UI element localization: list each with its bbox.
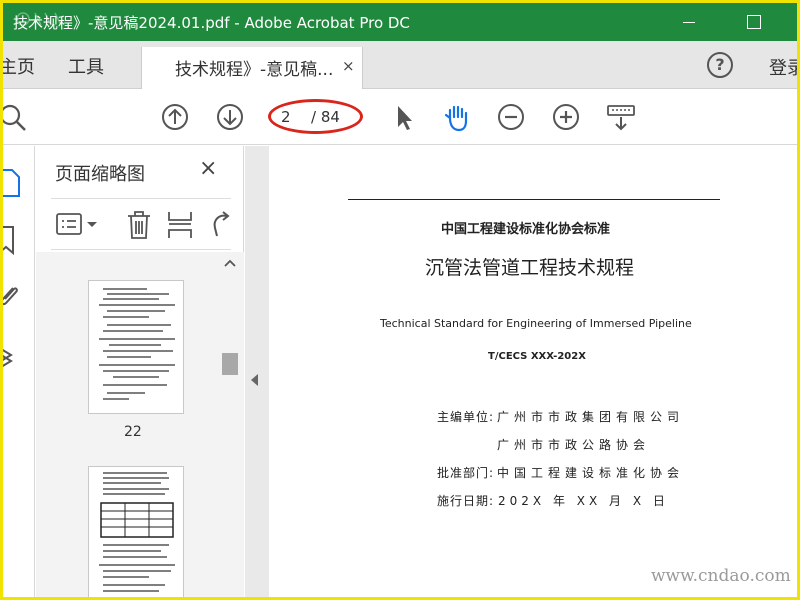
thumbnails-list: 22 (36, 252, 244, 597)
delete-icon[interactable] (126, 210, 152, 240)
editor-value: 广州市市政集团有限公司 (497, 410, 685, 424)
close-panel-icon[interactable]: × (199, 156, 217, 181)
select-arrow-icon[interactable] (387, 101, 419, 133)
minimize-button[interactable] (666, 3, 712, 41)
pdf-page: 中国工程建设标准化协会标准 沉管法管道工程技术规程 Technical Stan… (269, 146, 797, 597)
collapse-panel-icon[interactable] (251, 374, 258, 386)
scrollbar-thumb[interactable] (222, 353, 238, 375)
effective-date-value: 202X 年 XX 月 X 日 (498, 494, 669, 508)
highlight-annotation (268, 99, 363, 134)
title-bar: 技术规程》-意见稿2024.01.pdf - Adobe Acrobat Pro… (3, 3, 797, 41)
chevron-up-icon[interactable] (224, 258, 236, 270)
association-heading: 中国工程建设标准化协会标准 (441, 222, 611, 237)
thumbnail-page-22[interactable] (88, 280, 184, 414)
sign-in-link[interactable]: 登录 (769, 54, 797, 80)
side-icon-rail (3, 146, 35, 597)
maximize-button[interactable] (730, 3, 776, 41)
thumbnail-page-number: 22 (124, 424, 142, 440)
tab-home[interactable]: 主页 (3, 53, 35, 79)
close-tab-icon[interactable]: × (342, 57, 355, 75)
hand-icon[interactable] (441, 101, 473, 133)
editor-label: 主编单位: (437, 410, 495, 424)
options-menu-icon[interactable] (55, 212, 99, 238)
thumbnail-page-23[interactable] (88, 466, 184, 597)
standard-code: T/CECS XXX-202X (488, 351, 586, 362)
page-thumbnails-icon[interactable] (3, 168, 21, 198)
acrobat-window: 技术规程》-意见稿2024.01.pdf - Adobe Acrobat Pro… (3, 3, 797, 597)
zoom-out-icon[interactable] (495, 101, 527, 133)
document-view[interactable]: 中国工程建设标准化协会标准 沉管法管道工程技术规程 Technical Stan… (267, 146, 797, 597)
zoom-in-icon[interactable] (550, 101, 582, 133)
thumbnail-preview (99, 288, 175, 400)
thumbnail-toolbar (51, 198, 231, 250)
header-rule (348, 199, 720, 200)
attachment-icon[interactable] (3, 282, 21, 312)
thumbnails-scrollbar[interactable] (221, 252, 239, 597)
document-title: 沉管法管道工程技术规程 (425, 257, 635, 279)
page-thumbnails-panel: 页面缩略图 × 22 (36, 146, 244, 597)
keyboard-icon[interactable] (605, 101, 637, 133)
rotate-icon[interactable] (207, 210, 233, 240)
panel-title: 页面缩略图 (55, 164, 145, 185)
toolbar: 2 / 84 (3, 89, 797, 145)
panel-splitter[interactable] (245, 146, 267, 597)
thumbnail-preview (99, 472, 175, 592)
help-icon[interactable]: ? (707, 52, 733, 78)
site-watermark: www.cndao.com (651, 566, 791, 586)
search-icon[interactable] (3, 101, 29, 133)
editor-value-2: 广州市市政公路协会 (497, 438, 651, 452)
bookmark-icon[interactable] (3, 225, 19, 255)
page-up-icon[interactable] (159, 101, 191, 133)
extract-pages-icon[interactable] (167, 210, 193, 240)
tab-bar: 主页 工具 技术规程》-意见稿... × ? 登录 (3, 41, 797, 89)
window-title: 技术规程》-意见稿2024.01.pdf - Adobe Acrobat Pro… (13, 14, 410, 32)
approval-value: 中国工程建设标准化协会 (497, 466, 685, 480)
tab-tools[interactable]: 工具 (68, 53, 104, 79)
english-title: Technical Standard for Engineering of Im… (380, 317, 692, 330)
page-down-icon[interactable] (214, 101, 246, 133)
approval-label: 批准部门: (437, 466, 495, 480)
tab-document[interactable]: 技术规程》-意见稿... × (141, 47, 363, 89)
document-tab-label: 技术规程》-意见稿... (175, 60, 334, 80)
layers-icon[interactable] (3, 341, 21, 371)
effective-date-label: 施行日期: (437, 494, 495, 508)
